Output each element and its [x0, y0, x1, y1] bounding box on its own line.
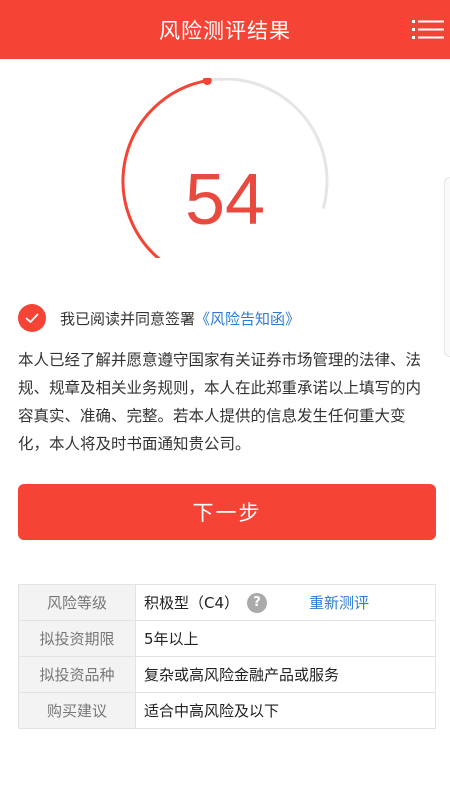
- agreement-row: 我已阅读并同意签署 《风险告知函》: [18, 302, 300, 334]
- list-menu-icon: [412, 20, 444, 39]
- table-row: 拟投资品种 复杂或高风险金融产品或服务: [18, 656, 436, 693]
- result-table: 风险等级 积极型（C4） ? 重新测评 拟投资期限 5年以上 拟投资品种 复杂或…: [18, 584, 436, 729]
- disclaimer-text: 本人已经了解并愿意遵守国家有关证券市场管理的法律、法规、规章及相关业务规则，本人…: [18, 351, 422, 453]
- row-label: 拟投资期限: [18, 620, 136, 657]
- row-label: 拟投资品种: [18, 656, 136, 693]
- gauge-knob: [202, 78, 212, 86]
- risk-score: 54: [184, 160, 266, 240]
- help-icon[interactable]: ?: [247, 592, 268, 613]
- row-label: 购买建议: [18, 692, 136, 729]
- agreement-text: 我已阅读并同意签署: [60, 309, 196, 328]
- page-title: 风险测评结果: [159, 18, 291, 43]
- checkmark-icon: [25, 313, 39, 323]
- risk-level-value: 积极型（C4）: [144, 594, 240, 612]
- next-step-button[interactable]: 下一步: [18, 484, 436, 540]
- agree-checkbox[interactable]: [18, 304, 46, 332]
- row-value: 适合中高风险及以下: [135, 692, 436, 729]
- row-value: 复杂或高风险金融产品或服务: [135, 656, 436, 693]
- risk-notice-link[interactable]: 《风险告知函》: [195, 308, 300, 329]
- table-row: 风险等级 积极型（C4） ? 重新测评: [18, 584, 436, 621]
- row-value-cell: 积极型（C4） ? 重新测评: [135, 584, 436, 621]
- table-row: 拟投资期限 5年以上: [18, 620, 436, 657]
- row-label: 风险等级: [18, 584, 136, 621]
- menu-button[interactable]: [408, 12, 450, 48]
- retest-link[interactable]: 重新测评: [309, 592, 369, 613]
- table-row: 购买建议 适合中高风险及以下: [18, 692, 436, 729]
- row-value: 5年以上: [135, 620, 436, 657]
- top-bar: 风险测评结果: [0, 0, 450, 59]
